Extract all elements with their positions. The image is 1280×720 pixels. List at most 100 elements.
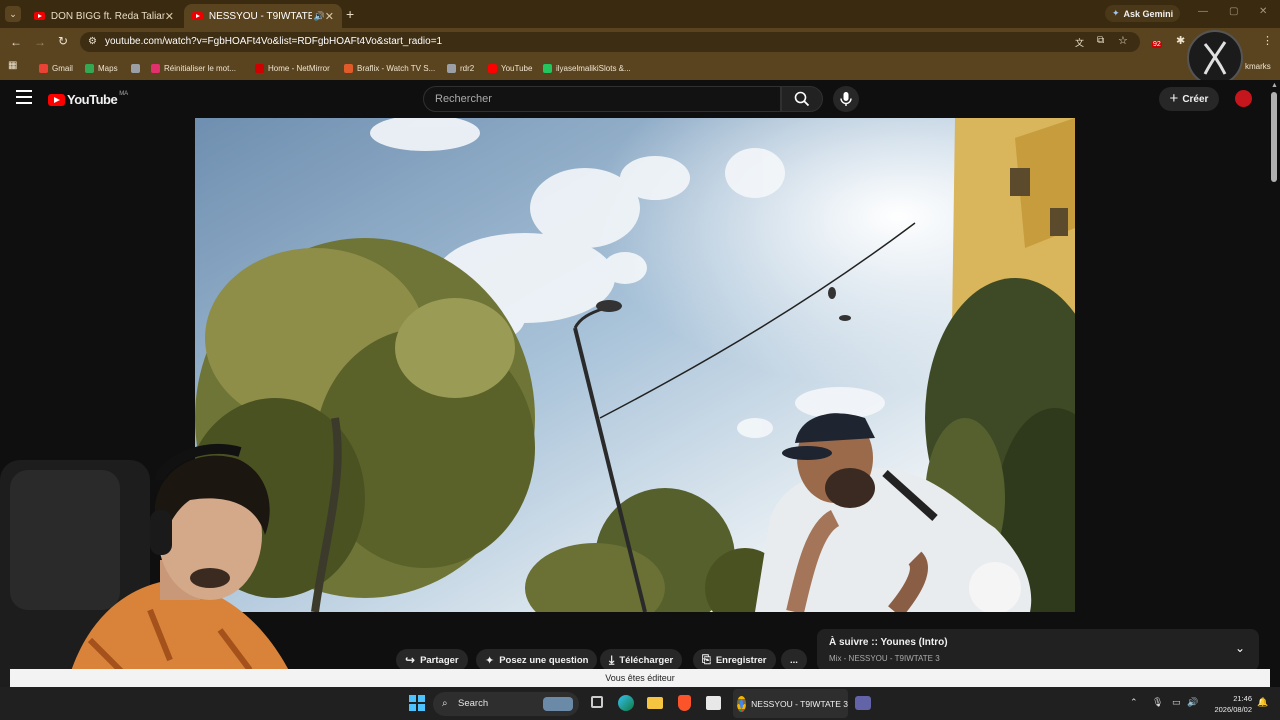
minimize-window-button[interactable]: — [1198, 6, 1208, 17]
file-explorer-icon[interactable] [647, 697, 663, 709]
bookmark-item[interactable]: Maps [85, 62, 118, 74]
reload-button[interactable]: ↻ [58, 34, 68, 48]
youtube-play-icon [48, 93, 65, 106]
bookmark-label: Gmail [52, 63, 73, 73]
scroll-up-arrow-icon[interactable]: ▲ [1271, 82, 1278, 89]
download-label: Télécharger [619, 654, 674, 666]
bookmark-favicon-icon [85, 63, 94, 73]
streamer-logo [1187, 30, 1243, 86]
apps-grid-icon[interactable]: ▦ [8, 60, 17, 71]
voice-search-button[interactable] [833, 86, 859, 112]
bookmark-favicon-icon [344, 63, 353, 73]
back-button[interactable]: ← [10, 35, 22, 49]
taskbar-chrome-app[interactable]: NESSYOU - T9IWTATE 3 [733, 689, 848, 718]
brave-browser-icon[interactable] [678, 695, 691, 711]
bookmark-item[interactable]: Braflix - Watch TV S... [344, 62, 435, 74]
windows-start-icon[interactable] [409, 695, 425, 711]
translate-icon[interactable]: 文 [1075, 36, 1084, 49]
account-avatar[interactable] [1235, 90, 1252, 107]
microphone-icon [840, 92, 852, 106]
bookmark-item[interactable]: YouTube [488, 62, 532, 74]
taskbar-search-label: Search [458, 698, 489, 709]
clock-time: 21:46 [1233, 694, 1252, 703]
youtube-logo-text: YouTube [67, 92, 118, 107]
audio-playing-icon[interactable]: 🔊 [314, 11, 325, 22]
create-button[interactable]: + Créer [1159, 87, 1219, 111]
address-bar[interactable]: youtube.com/watch?v=FgbHOAFt4Vo&list=RDF… [80, 32, 1140, 52]
extension-icon[interactable]: 92 [1150, 34, 1164, 48]
all-bookmarks-label[interactable]: kmarks [1245, 62, 1271, 71]
browser-tab-2[interactable]: NESSYOU - T9IWTATE 3 - Yo 🔊 ✕ [184, 4, 342, 28]
site-info-icon[interactable]: ⚙ [88, 36, 97, 47]
chevron-down-icon[interactable]: ⌄ [1235, 641, 1245, 655]
microphone-tray-icon[interactable]: 🎙 [1152, 697, 1163, 708]
close-window-button[interactable]: ✕ [1259, 6, 1267, 17]
search-input[interactable]: Rechercher [423, 86, 781, 112]
bookmark-icon: ⎘ [702, 653, 711, 666]
up-next-panel[interactable]: À suivre :: Younes (Intro) Mix - NESSYOU… [817, 629, 1259, 671]
tab-list-button[interactable]: ⌄ [5, 6, 21, 22]
ask-gemini-label: Ask Gemini [1123, 8, 1174, 19]
forward-button[interactable]: → [34, 35, 46, 49]
taskbar-search-box[interactable]: ⌕ Search [433, 692, 579, 716]
task-view-icon[interactable] [591, 696, 603, 708]
bookmark-favicon-icon [255, 63, 264, 73]
chrome-icon [737, 695, 747, 712]
more-dots-icon: ... [790, 654, 798, 666]
bookmark-favicon-icon [39, 63, 48, 73]
bookmark-label: Home - NetMirror [268, 63, 330, 73]
bookmark-item[interactable]: Home - NetMirror [255, 62, 330, 74]
ask-question-label: Posez une question [499, 654, 589, 666]
taskbar-app-label: NESSYOU - T9IWTATE 3 [751, 698, 848, 709]
hamburger-menu-icon[interactable] [16, 90, 32, 104]
gemini-spark-icon: ✦ [1112, 8, 1120, 18]
share-button[interactable]: ↪ Partager [396, 649, 468, 671]
bookmark-item[interactable]: ilyaselmalikiSlots &... [543, 62, 631, 74]
more-actions-button[interactable]: ... [781, 649, 807, 671]
volume-icon[interactable]: 🔊 [1187, 697, 1198, 708]
extensions-puzzle-icon[interactable]: ✱ [1176, 34, 1185, 47]
maximize-window-button[interactable]: ▢ [1229, 6, 1238, 17]
bookmark-label: Réinitialiser le mot... [164, 63, 237, 73]
bookmark-item[interactable]: Gmail [39, 62, 73, 74]
save-label: Enregistrer [715, 654, 767, 666]
notification-bell-icon[interactable]: 🔔 [1257, 697, 1268, 708]
download-button[interactable]: ⤓ Télécharger [600, 649, 683, 671]
close-tab-icon[interactable]: ✕ [165, 10, 174, 23]
close-tab-icon[interactable]: ✕ [325, 10, 334, 23]
bookmark-favicon-icon [131, 63, 140, 73]
bookmark-item[interactable]: rdr2 [447, 62, 474, 74]
save-button[interactable]: ⎘ Enregistrer [693, 649, 776, 671]
page-scrollbar[interactable] [1271, 92, 1277, 182]
youtube-logo[interactable]: YouTube MA [48, 90, 129, 107]
up-next-subtitle: Mix - NESSYOU - T9IWTATE 3 [829, 654, 940, 663]
youtube-favicon-icon [34, 12, 45, 20]
teams-icon[interactable] [855, 696, 871, 710]
url-text: youtube.com/watch?v=FgbHOAFt4Vo&list=RDF… [105, 36, 443, 47]
show-hidden-icons-chevron-icon[interactable]: ⌃ [1130, 697, 1138, 708]
microsoft-store-icon[interactable] [706, 696, 721, 710]
new-tab-button[interactable]: + [346, 6, 354, 22]
ask-gemini-button[interactable]: ✦ Ask Gemini [1105, 5, 1181, 22]
browser-tab-1[interactable]: DON BIGG ft. Reda Taliani - L'é ✕ [26, 4, 182, 28]
network-icon[interactable]: ▭ [1172, 697, 1181, 708]
edge-browser-icon[interactable] [618, 695, 634, 711]
clock-date: 2026/08/02 [1214, 705, 1252, 714]
sparkle-icon: ✦ [485, 654, 495, 667]
plus-icon: + [1169, 90, 1179, 107]
install-app-icon[interactable]: ⧉ [1097, 35, 1104, 46]
taskbar-clock[interactable]: 21:46 2026/08/02 [1206, 693, 1252, 715]
bookmark-label: Braflix - Watch TV S... [357, 63, 436, 73]
ask-question-button[interactable]: ✦ Posez une question [476, 649, 598, 671]
share-arrow-icon: ↪ [405, 653, 416, 667]
search-icon: ⌕ [442, 698, 448, 709]
editor-notice-bar: Vous êtes éditeur [10, 669, 1270, 687]
search-button[interactable] [781, 86, 823, 112]
bookmark-star-icon[interactable]: ☆ [1118, 34, 1128, 47]
bookmark-item[interactable]: Réinitialiser le mot... [151, 62, 236, 74]
bookmark-favicon-icon [543, 63, 552, 73]
region-code: MA [119, 90, 129, 97]
bookmark-label: ilyaselmalikiSlots &... [556, 63, 631, 73]
browser-menu-icon[interactable]: ⋮ [1262, 34, 1273, 47]
bookmark-item[interactable] [131, 62, 144, 74]
